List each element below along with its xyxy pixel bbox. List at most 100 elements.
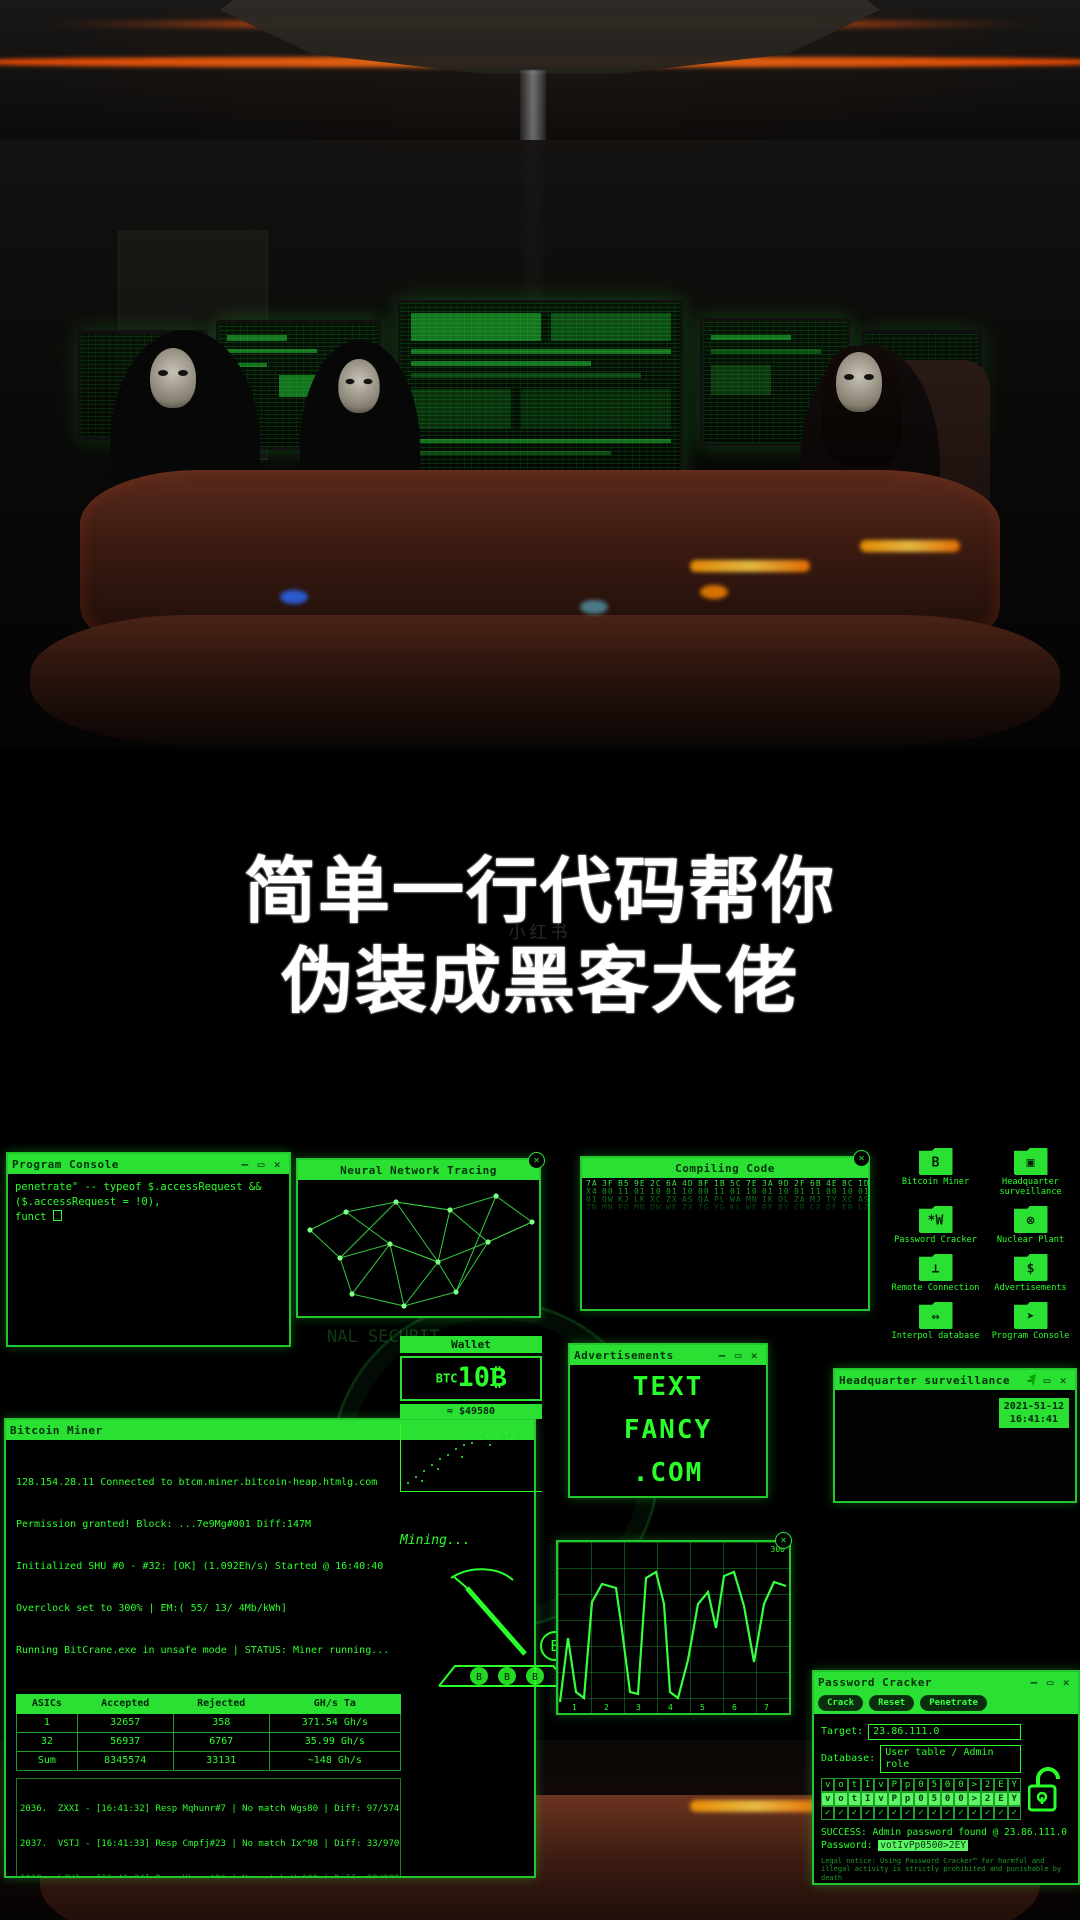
monitor-center xyxy=(398,300,683,475)
icon-symbol: B xyxy=(931,1155,940,1171)
mining-caption: Mining... xyxy=(400,1533,471,1548)
text-caret xyxy=(52,1210,62,1221)
success-message: SUCCESS: Admin password found @ 23.86.11… xyxy=(821,1827,1067,1838)
maximize-icon[interactable]: ▭ xyxy=(735,1350,742,1361)
close-icon[interactable]: ✕ xyxy=(1063,1677,1070,1688)
desk-lower xyxy=(30,615,1060,745)
minimize-icon[interactable]: — xyxy=(242,1159,249,1170)
check-cell: ✓ xyxy=(834,1806,848,1820)
title-line-2: 伪装成黑客大佬 xyxy=(280,939,799,1023)
check-cell: ✓ xyxy=(914,1806,928,1820)
console-line: funct xyxy=(15,1211,47,1223)
icon-symbol: $ xyxy=(1026,1261,1035,1277)
graph-x-tick: 4 xyxy=(668,1703,673,1712)
desktop-icon-password-cracker[interactable]: *W Password Cracker xyxy=(888,1206,983,1245)
console-line: penetrate" -- typeof $.accessRequest && xyxy=(15,1181,262,1193)
titlebar-compiling-code[interactable]: Compiling Code xyxy=(582,1158,868,1178)
char-cell: 5 xyxy=(927,1792,941,1806)
char-cell: I xyxy=(860,1778,875,1792)
mouse-led-orange xyxy=(700,585,728,599)
cell: 371.54 Gh/s xyxy=(268,1713,402,1733)
table-header-row: ASICs Accepted Rejected GH/s Ta xyxy=(16,1694,402,1714)
database-input[interactable]: User table / Admin role xyxy=(880,1745,1021,1773)
open-padlock-icon xyxy=(1028,1767,1060,1812)
mining-ascii-art: Mining... BBB B xyxy=(400,1518,574,1708)
check-cell: ✓ xyxy=(980,1806,995,1820)
window-neural-network-tracing[interactable]: Neural Network Tracing xyxy=(296,1158,541,1318)
cell: 35.99 Gh/s xyxy=(268,1732,402,1752)
folder-icon: ⊥ xyxy=(918,1254,953,1281)
maximize-icon[interactable]: ▭ xyxy=(258,1159,265,1170)
title-block: 简单一行代码帮你 小红书 伪装成黑客大佬 xyxy=(0,750,1080,1140)
desktop-icon-bitcoin-miner[interactable]: B Bitcoin Miner xyxy=(888,1148,983,1197)
char-cell: 0 xyxy=(914,1778,928,1792)
window-password-cracker[interactable]: Password Cracker — ▭ ✕ Crack Reset Penet… xyxy=(812,1670,1080,1885)
minimize-icon[interactable]: — xyxy=(719,1350,726,1361)
guy-fawkes-mask-mid xyxy=(338,359,380,413)
char-cell: t xyxy=(847,1792,861,1806)
window-headquarter-surveillance[interactable]: Headquarter surveillance — ▭ ✕ 2021-51-1… xyxy=(833,1368,1077,1503)
titlebar-password-cracker[interactable]: Password Cracker — ▭ ✕ xyxy=(814,1672,1078,1692)
desktop-icon-headquarter-surveillance[interactable]: ▣ Headquarter surveillance xyxy=(983,1148,1078,1197)
password-label: Password: xyxy=(821,1840,873,1851)
titlebar-program-console[interactable]: Program Console — ▭ ✕ xyxy=(8,1154,289,1174)
desktop-icon-advertisements[interactable]: $ Advertisements xyxy=(983,1254,1078,1293)
folder-icon: ⊗ xyxy=(1013,1206,1048,1233)
desktop-icon-interpol-database[interactable]: ⇔ Interpol database xyxy=(888,1302,983,1341)
char-cell: Y xyxy=(1007,1778,1021,1792)
wallet-label: Wallet xyxy=(400,1336,542,1353)
window-advertisements[interactable]: Advertisements — ▭ ✕ TEXT FANCY .COM xyxy=(568,1343,768,1498)
graph-x-tick: 5 xyxy=(700,1703,705,1712)
close-icon[interactable]: ✕ xyxy=(274,1159,281,1170)
crack-button[interactable]: Crack xyxy=(818,1695,864,1711)
table-row: 1 32657 358 371.54 Gh/s xyxy=(16,1713,402,1733)
penetrate-button[interactable]: Penetrate xyxy=(920,1695,987,1711)
wallet-usd-value: ≈ $49580 xyxy=(400,1404,542,1419)
folder-icon: ➤ xyxy=(1013,1302,1048,1329)
char-cell: Y xyxy=(1007,1792,1021,1806)
maximize-icon[interactable]: ▭ xyxy=(1044,1375,1051,1386)
minimize-icon[interactable]: — xyxy=(1031,1677,1038,1688)
database-row: Database: User table / Admin role xyxy=(821,1745,1021,1773)
password-char-grid: v o t I v P p 0 5 0 0 > 2 E Y v o t I v … xyxy=(821,1778,1021,1820)
folder-icon: B xyxy=(918,1148,953,1175)
close-icon[interactable]: ✕ xyxy=(751,1350,758,1361)
target-input[interactable]: 23.86.111.0 xyxy=(868,1724,1021,1740)
check-cell: ✓ xyxy=(940,1806,955,1820)
close-icon-graph[interactable]: ✕ xyxy=(775,1532,792,1549)
icon-symbol: ⇔ xyxy=(931,1309,940,1325)
titlebar-neural[interactable]: Neural Network Tracing xyxy=(298,1160,539,1180)
char-cell: v xyxy=(821,1792,835,1806)
folder-icon: $ xyxy=(1013,1254,1048,1281)
cell: 8345574 xyxy=(76,1751,174,1771)
window-program-console[interactable]: Program Console — ▭ ✕ penetrate" -- type… xyxy=(6,1152,291,1347)
char-cell: p xyxy=(900,1792,915,1806)
desktop-icon-program-console[interactable]: ➤ Program Console xyxy=(983,1302,1078,1341)
char-cell: 2 xyxy=(980,1778,995,1792)
reset-button[interactable]: Reset xyxy=(869,1695,915,1711)
window-compiling-code[interactable]: Compiling Code 7A2F9C0E1B3D5X4K8M2Q7R1T6… xyxy=(580,1156,870,1311)
char-cell: o xyxy=(834,1778,848,1792)
window-activity-graph[interactable]: 300 1 2 3 4 5 6 7 xyxy=(556,1540,791,1715)
close-icon-neural[interactable]: ✕ xyxy=(528,1152,545,1169)
maximize-icon[interactable]: ▭ xyxy=(1047,1677,1054,1688)
close-icon-code[interactable]: ✕ xyxy=(853,1150,870,1167)
hacker-room-photo xyxy=(0,0,1080,750)
char-cell: > xyxy=(967,1778,981,1792)
char-cell: t xyxy=(847,1778,861,1792)
icon-label: Interpol database xyxy=(891,1331,980,1341)
password-cracker-toolbar: Crack Reset Penetrate xyxy=(814,1692,1078,1714)
char-cell: 2 xyxy=(980,1792,995,1806)
surveillance-timestamp: 2021-51-12 16:41:41 xyxy=(998,1398,1069,1428)
guy-fawkes-mask-left xyxy=(150,348,196,408)
ascii-logo-line-1: TEXT xyxy=(632,1371,704,1402)
check-cell: ✓ xyxy=(954,1806,968,1820)
close-icon[interactable]: ✕ xyxy=(1060,1375,1067,1386)
col-rejected: Rejected xyxy=(172,1694,270,1714)
cell: Sum xyxy=(16,1751,78,1771)
desktop-icon-nuclear-plant[interactable]: ⊗ Nuclear Plant xyxy=(983,1206,1078,1245)
desktop-icon-remote-connection[interactable]: ⊥ Remote Connection xyxy=(888,1254,983,1293)
cell: ~148 Gh/s xyxy=(268,1751,402,1771)
check-cell: ✓ xyxy=(994,1806,1008,1820)
surveillance-time: 16:41:41 xyxy=(1009,1414,1058,1425)
